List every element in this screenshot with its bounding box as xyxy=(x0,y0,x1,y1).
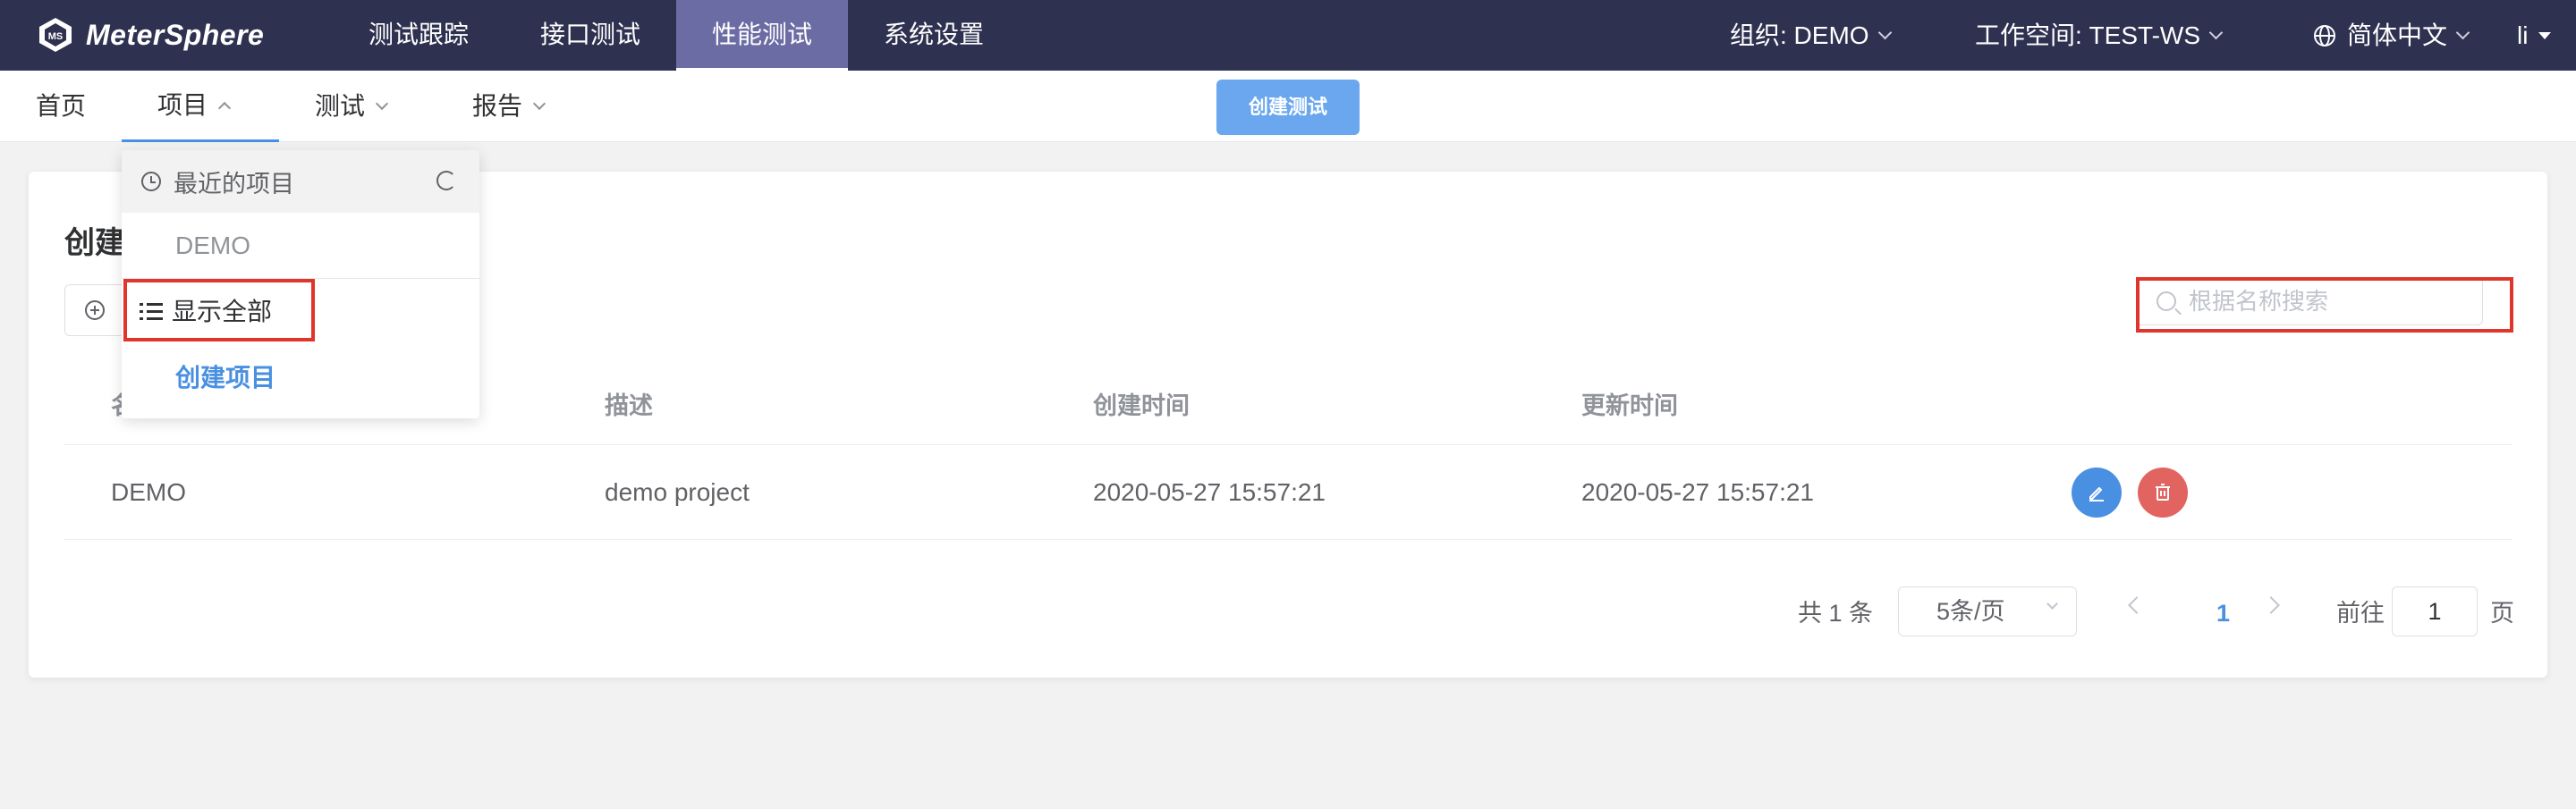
main-nav-performance-test[interactable]: 性能测试 xyxy=(676,0,848,71)
edit-button[interactable] xyxy=(2072,468,2122,518)
goto-label: 前往 xyxy=(2336,600,2385,627)
page-size-select[interactable]: 5条/页 xyxy=(1898,586,2077,636)
table-row: DEMO demo project 2020-05-27 15:57:21 20… xyxy=(64,445,2512,540)
main-nav-api-test[interactable]: 接口测试 xyxy=(522,0,658,71)
language-label: 简体中文 xyxy=(2347,21,2448,49)
svg-text:MS: MS xyxy=(48,31,64,42)
chevron-down-icon xyxy=(2208,25,2224,40)
subnav-test[interactable]: 测试 xyxy=(315,71,389,142)
username: li xyxy=(2517,21,2529,49)
chevron-up-icon xyxy=(217,101,232,114)
org-label: 组织: DEMO xyxy=(1730,21,1869,49)
chevron-down-icon xyxy=(532,97,547,111)
clock-icon xyxy=(141,172,161,191)
column-header-description[interactable]: 描述 xyxy=(605,367,653,445)
language-switcher[interactable]: 简体中文 xyxy=(2313,0,2470,71)
chevron-down-icon xyxy=(2046,598,2058,610)
refresh-icon[interactable] xyxy=(436,171,456,190)
edit-icon xyxy=(2089,487,2104,501)
goto-page-input[interactable]: 1 xyxy=(2392,586,2478,636)
highlight-box-search xyxy=(2136,277,2513,333)
page-title: 创建 xyxy=(64,226,125,260)
column-header-updated[interactable]: 更新时间 xyxy=(1581,367,1678,445)
create-test-button[interactable]: 创建测试 xyxy=(1216,80,1360,135)
top-navbar: MS MeterSphere 测试跟踪 接口测试 性能测试 系统设置 组织: D… xyxy=(0,0,2576,71)
chevron-down-icon xyxy=(1877,25,1892,40)
create-project-item[interactable]: 创建项目 xyxy=(122,345,479,411)
caret-down-icon xyxy=(2538,31,2552,39)
pagination-total: 共 1 条 xyxy=(1798,600,1874,627)
highlight-box-show-all xyxy=(123,279,315,341)
recent-project-item[interactable]: DEMO xyxy=(122,213,479,279)
subnav-test-label: 测试 xyxy=(315,92,366,120)
workspace-switcher[interactable]: 工作空间: TEST-WS xyxy=(1975,0,2224,71)
metersphere-logo-icon: MS xyxy=(39,18,72,52)
main-nav-system-settings[interactable]: 系统设置 xyxy=(866,0,1002,71)
main-nav-test-tracking[interactable]: 测试跟踪 xyxy=(351,0,487,71)
brand-name: MeterSphere xyxy=(86,18,265,51)
subnav-report-label: 报告 xyxy=(472,92,523,120)
subnav-home-label: 首页 xyxy=(36,92,87,120)
cell-updated: 2020-05-27 15:57:21 xyxy=(1581,478,1814,506)
delete-button[interactable] xyxy=(2138,468,2188,518)
recent-projects-header: 最近的项目 xyxy=(122,150,479,213)
page-suffix-label: 页 xyxy=(2490,600,2514,627)
subnav-project-label: 项目 xyxy=(157,90,208,119)
chevron-down-icon xyxy=(375,97,389,111)
chevron-down-icon xyxy=(2455,25,2470,40)
next-page-icon[interactable] xyxy=(2262,596,2280,614)
globe-icon xyxy=(2314,24,2335,46)
recent-projects-label: 最近的项目 xyxy=(174,170,294,198)
trash-icon xyxy=(2156,484,2170,501)
app-logo[interactable]: MS MeterSphere xyxy=(36,14,264,55)
page-size-value: 5条/页 xyxy=(1936,598,2005,625)
page-number-current[interactable]: 1 xyxy=(2216,588,2230,638)
cell-name: DEMO xyxy=(111,478,186,506)
column-header-created[interactable]: 创建时间 xyxy=(1093,367,1190,445)
cell-description: demo project xyxy=(605,478,750,506)
org-switcher[interactable]: 组织: DEMO xyxy=(1730,0,1892,71)
workspace-label: 工作空间: TEST-WS xyxy=(1975,21,2201,49)
subnav-project[interactable]: 项目 xyxy=(122,71,279,142)
plus-circle-icon xyxy=(85,300,105,320)
subnav-report[interactable]: 报告 xyxy=(472,71,547,142)
user-menu[interactable]: li xyxy=(2517,0,2552,71)
subnav-home[interactable]: 首页 xyxy=(36,71,86,142)
prev-page-icon[interactable] xyxy=(2128,596,2146,614)
cell-created: 2020-05-27 15:57:21 xyxy=(1093,478,1326,506)
